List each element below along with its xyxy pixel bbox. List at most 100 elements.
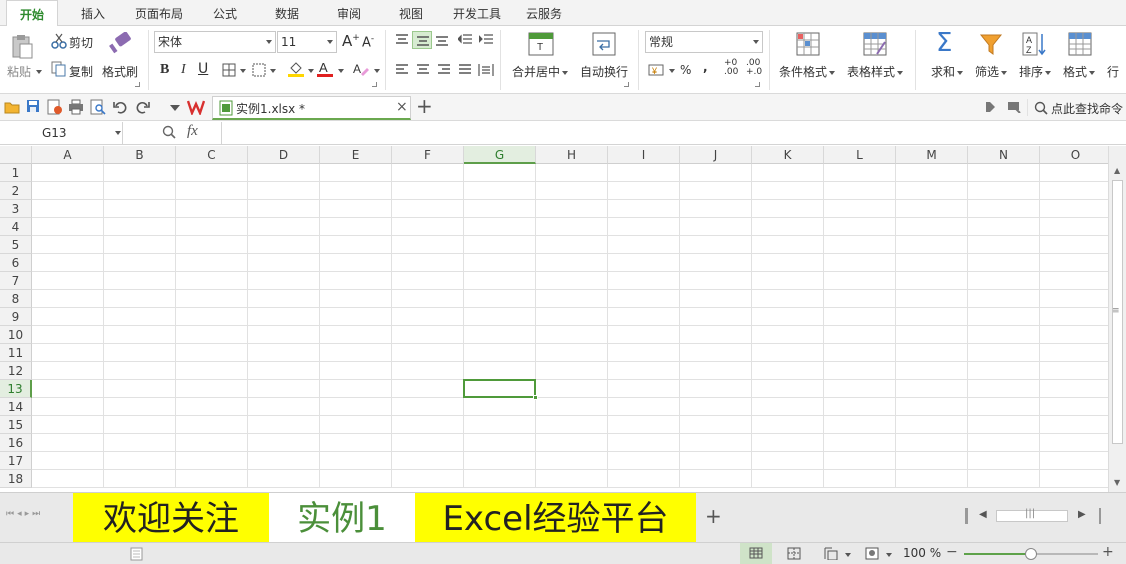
cell-o6[interactable] xyxy=(1040,254,1108,272)
cell-d9[interactable] xyxy=(248,308,320,326)
row-header-4[interactable]: 4 xyxy=(0,218,32,236)
sum-button[interactable]: 求和 xyxy=(931,63,964,80)
clear-format-dropdown-icon[interactable] xyxy=(374,69,380,73)
font-size-select[interactable]: 11 xyxy=(277,31,337,53)
cell-f7[interactable] xyxy=(392,272,464,290)
cell-d12[interactable] xyxy=(248,362,320,380)
cell-d2[interactable] xyxy=(248,182,320,200)
cell-g7[interactable] xyxy=(464,272,536,290)
tab-home[interactable]: 开始 xyxy=(6,0,58,27)
cell-d11[interactable] xyxy=(248,344,320,362)
cell-k13[interactable] xyxy=(752,380,824,398)
cell-f15[interactable] xyxy=(392,416,464,434)
cell-n11[interactable] xyxy=(968,344,1040,362)
cell-k1[interactable] xyxy=(752,164,824,182)
decrease-indent-icon[interactable] xyxy=(458,34,472,46)
fill-handle[interactable] xyxy=(533,395,538,400)
cell-l1[interactable] xyxy=(824,164,896,182)
cell-g15[interactable] xyxy=(464,416,536,434)
cell-n12[interactable] xyxy=(968,362,1040,380)
page-layout-dropdown-icon[interactable] xyxy=(845,553,851,557)
cell-j2[interactable] xyxy=(680,182,752,200)
cell-g2[interactable] xyxy=(464,182,536,200)
tab-insert[interactable]: 插入 xyxy=(70,0,116,26)
cell-o17[interactable] xyxy=(1040,452,1108,470)
cell-e3[interactable] xyxy=(320,200,392,218)
cell-e4[interactable] xyxy=(320,218,392,236)
cell-k14[interactable] xyxy=(752,398,824,416)
percent-button[interactable]: % xyxy=(680,63,691,77)
font-color-icon[interactable]: A xyxy=(316,60,334,78)
cell-i8[interactable] xyxy=(608,290,680,308)
cell-g10[interactable] xyxy=(464,326,536,344)
cell-e5[interactable] xyxy=(320,236,392,254)
cell-j18[interactable] xyxy=(680,470,752,488)
cell-f6[interactable] xyxy=(392,254,464,272)
copy-button[interactable]: 复制 xyxy=(69,63,93,80)
cell-h5[interactable] xyxy=(536,236,608,254)
cell-n1[interactable] xyxy=(968,164,1040,182)
cell-m7[interactable] xyxy=(896,272,968,290)
cell-j6[interactable] xyxy=(680,254,752,272)
row-header-6[interactable]: 6 xyxy=(0,254,32,272)
cell-b2[interactable] xyxy=(104,182,176,200)
comma-button[interactable]: , xyxy=(703,60,708,74)
borders-dropdown-icon[interactable] xyxy=(240,69,246,73)
open-folder-icon[interactable] xyxy=(4,100,20,114)
cell-g16[interactable] xyxy=(464,434,536,452)
row-header-3[interactable]: 3 xyxy=(0,200,32,218)
zoom-out-button[interactable]: − xyxy=(946,544,958,560)
cell-o11[interactable] xyxy=(1040,344,1108,362)
wrap-text-button[interactable]: 自动换行 xyxy=(580,63,628,80)
cell-l6[interactable] xyxy=(824,254,896,272)
cell-m11[interactable] xyxy=(896,344,968,362)
name-box-dropdown-icon[interactable] xyxy=(115,131,121,135)
cell-n6[interactable] xyxy=(968,254,1040,272)
cell-o5[interactable] xyxy=(1040,236,1108,254)
cell-m8[interactable] xyxy=(896,290,968,308)
cell-j10[interactable] xyxy=(680,326,752,344)
row-header-7[interactable]: 7 xyxy=(0,272,32,290)
merge-center-button[interactable]: 合并居中 xyxy=(512,63,569,80)
cell-e8[interactable] xyxy=(320,290,392,308)
cell-i12[interactable] xyxy=(608,362,680,380)
cell-j1[interactable] xyxy=(680,164,752,182)
cell-l9[interactable] xyxy=(824,308,896,326)
page-layout-view-icon[interactable] xyxy=(824,547,838,560)
column-header-g[interactable]: G xyxy=(464,146,536,164)
row-header-8[interactable]: 8 xyxy=(0,290,32,308)
select-all-corner[interactable] xyxy=(0,146,32,164)
cell-f3[interactable] xyxy=(392,200,464,218)
cell-o4[interactable] xyxy=(1040,218,1108,236)
cell-j9[interactable] xyxy=(680,308,752,326)
number-launcher[interactable] xyxy=(755,82,760,87)
underline-icon[interactable]: U xyxy=(198,61,208,77)
cell-m10[interactable] xyxy=(896,326,968,344)
column-header-e[interactable]: E xyxy=(320,146,392,164)
cell-d5[interactable] xyxy=(248,236,320,254)
align-middle-button[interactable] xyxy=(412,31,432,49)
cell-a2[interactable] xyxy=(32,182,104,200)
cell-l13[interactable] xyxy=(824,380,896,398)
cell-a13[interactable] xyxy=(32,380,104,398)
cell-h13[interactable] xyxy=(536,380,608,398)
tab-page-layout[interactable]: 页面布局 xyxy=(128,0,190,26)
font-color-dropdown-icon[interactable] xyxy=(338,69,344,73)
row-header-13[interactable]: 13 xyxy=(0,380,32,398)
save-icon[interactable] xyxy=(26,99,40,113)
row-button[interactable]: 行 xyxy=(1107,63,1119,80)
cell-i15[interactable] xyxy=(608,416,680,434)
cell-i17[interactable] xyxy=(608,452,680,470)
close-tab-icon[interactable]: × xyxy=(396,99,408,115)
cell-c17[interactable] xyxy=(176,452,248,470)
font-launcher[interactable] xyxy=(372,82,377,87)
cell-g6[interactable] xyxy=(464,254,536,272)
cell-o12[interactable] xyxy=(1040,362,1108,380)
cell-k15[interactable] xyxy=(752,416,824,434)
cell-e11[interactable] xyxy=(320,344,392,362)
cell-e13[interactable] xyxy=(320,380,392,398)
row-header-2[interactable]: 2 xyxy=(0,182,32,200)
cell-g5[interactable] xyxy=(464,236,536,254)
cell-g18[interactable] xyxy=(464,470,536,488)
number-format-select[interactable]: 常规 xyxy=(645,31,763,53)
